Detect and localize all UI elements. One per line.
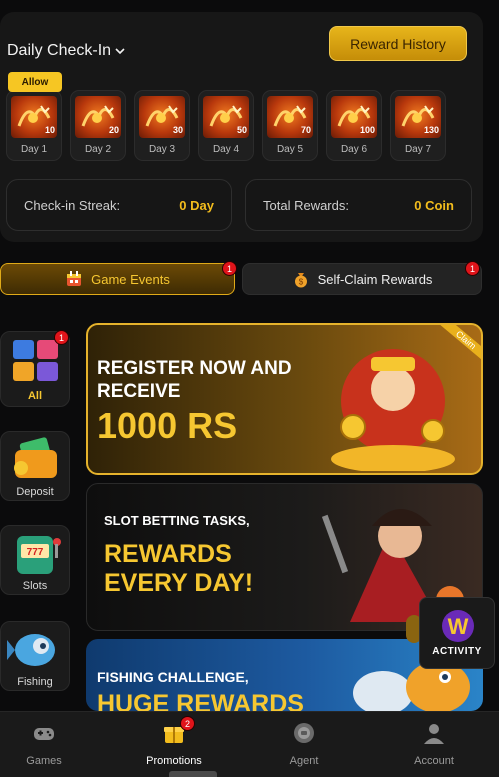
day-5-card[interactable]: 70 Day 5 [262,90,318,161]
slot-line-3: EVERY DAY! [104,569,254,597]
activity-floating-button[interactable]: W ACTIVITY [419,597,495,669]
nav-agent[interactable]: Agent [249,718,359,774]
streak-label: Check-in Streak: [24,197,121,213]
day-label: Day 4 [212,144,240,155]
total-rewards-label: Total Rewards: [263,197,349,213]
nav-agent-label: Agent [289,755,319,767]
fishing-line-2: HUGE REWARDS [97,690,304,711]
day-reward-amount: 100 [359,125,375,135]
day-label: Day 6 [340,144,368,155]
category-fishing-label: Fishing [17,676,53,688]
day-reward-amount: 20 [108,125,119,135]
day-label: Day 2 [84,144,112,155]
day-label: Day 3 [148,144,176,155]
register-line-1: REGISTER NOW AND [97,358,292,379]
day-reward-amount: 10 [44,125,55,135]
total-rewards-value: 0 Coin [414,197,454,213]
day-2-card[interactable]: 20 Day 2 [70,90,126,161]
activity-label: ACTIVITY [432,646,482,657]
nav-account-label: Account [414,755,454,767]
category-deposit-label: Deposit [16,486,54,498]
day-6-card[interactable]: 100 Day 6 [326,90,382,161]
day-4-card[interactable]: 50 Day 4 [198,90,254,161]
day-label: Day 1 [20,144,48,155]
day-3-card[interactable]: 30 Day 3 [134,90,190,161]
slot-machine-icon: 777 [17,536,61,574]
checkin-title-dropdown[interactable]: Daily Check-In [7,42,125,60]
register-amount: 1000 RS [97,405,238,446]
checkin-title: Daily Check-In [7,42,112,59]
checkin-days-row: 10 Day 1 20 Day 2 30 Day 3 50 Day 4 70 D… [6,90,446,161]
game-events-badge: 1 [222,261,237,276]
agent-icon [294,723,314,743]
slot-line-2: REWARDS [104,540,232,568]
promotions-badge: 2 [180,716,195,731]
calendar-icon [67,271,82,286]
nav-promotions-label: Promotions [146,755,202,767]
home-indicator [169,771,217,777]
gamepad-icon [34,728,54,740]
category-fishing[interactable]: Fishing [0,621,70,691]
activity-pot-icon: W [442,610,474,642]
svg-text:$: $ [298,278,303,287]
register-promo-banner[interactable]: Claim REGISTER NOW AND RECEIVE 1000 RS [86,323,483,475]
category-slots-label: Slots [22,580,48,592]
chevron-down-icon [115,48,125,55]
fishing-line-1: FISHING CHALLENGE, [97,669,249,685]
total-rewards-box: Total Rewards: 0 Coin [245,179,472,231]
activity-letter: W [448,614,469,639]
day-reward-amount: 70 [300,125,311,135]
user-icon [424,724,444,744]
day-1-card[interactable]: 10 Day 1 [6,90,62,161]
slot-line-1: SLOT BETTING TASKS, [104,513,250,528]
nav-promotions[interactable]: Promotions [119,718,229,774]
checkin-streak-box: Check-in Streak: 0 Day [6,179,232,231]
self-claim-badge: 1 [465,261,480,276]
streak-value: 0 Day [179,197,214,213]
tab-game-events-label: Game Events [91,271,170,287]
day-label: Day 7 [404,144,432,155]
nav-games-label: Games [26,755,62,767]
fish-icon [7,634,55,666]
register-line-2: RECEIVE [97,381,181,402]
category-all-label: All [27,390,43,402]
tab-game-events[interactable]: Game Events [0,263,235,295]
category-slots[interactable]: 777 Slots [0,525,70,595]
category-deposit[interactable]: Deposit [0,431,70,501]
allow-badge[interactable]: Allow [8,72,62,92]
day-reward-amount: 130 [423,125,439,135]
nav-account[interactable]: Account [379,718,489,774]
day-reward-amount: 50 [236,125,247,135]
tab-self-claim-label: Self-Claim Rewards [317,271,433,287]
category-all-badge: 1 [54,330,69,345]
day-label: Day 5 [276,144,304,155]
tab-self-claim-rewards[interactable]: $ Self-Claim Rewards [242,263,482,295]
nav-games[interactable]: Games [0,718,99,774]
bottom-navigation: Games Promotions 2 Agent Account [0,711,499,777]
wealth-god-illustration [331,349,455,471]
wallet-icon [14,437,57,478]
day-reward-amount: 30 [172,125,183,135]
money-bag-icon: $ [294,273,307,288]
reward-history-button[interactable]: Reward History [329,26,467,61]
svg-text:777: 777 [27,547,44,558]
day-7-card[interactable]: 130 Day 7 [390,90,446,161]
